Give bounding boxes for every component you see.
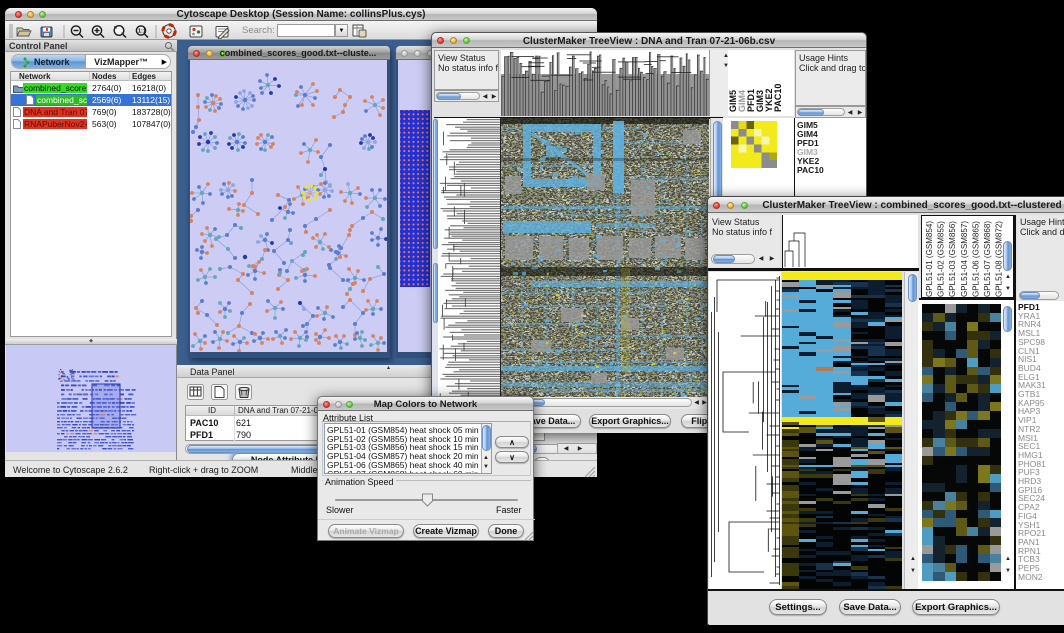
- svg-text:GPL51-06 (GSM865): GPL51-06 (GSM865): [971, 221, 980, 297]
- svg-text:GPL51-02 (GSM855): GPL51-02 (GSM855): [937, 221, 946, 297]
- svg-text:GPL51-03 (GSM856): GPL51-03 (GSM856): [948, 221, 957, 297]
- svg-text:GPL51-01 (GSM854): GPL51-01 (GSM854): [925, 221, 934, 297]
- svg-text:GPL51-07 (GSM868): GPL51-07 (GSM868): [983, 221, 992, 297]
- svg-text:PAC10: PAC10: [773, 84, 783, 112]
- svg-text:GPL51-04 (GSM857): GPL51-04 (GSM857): [960, 221, 969, 297]
- svg-text:1:1: 1:1: [138, 29, 146, 35]
